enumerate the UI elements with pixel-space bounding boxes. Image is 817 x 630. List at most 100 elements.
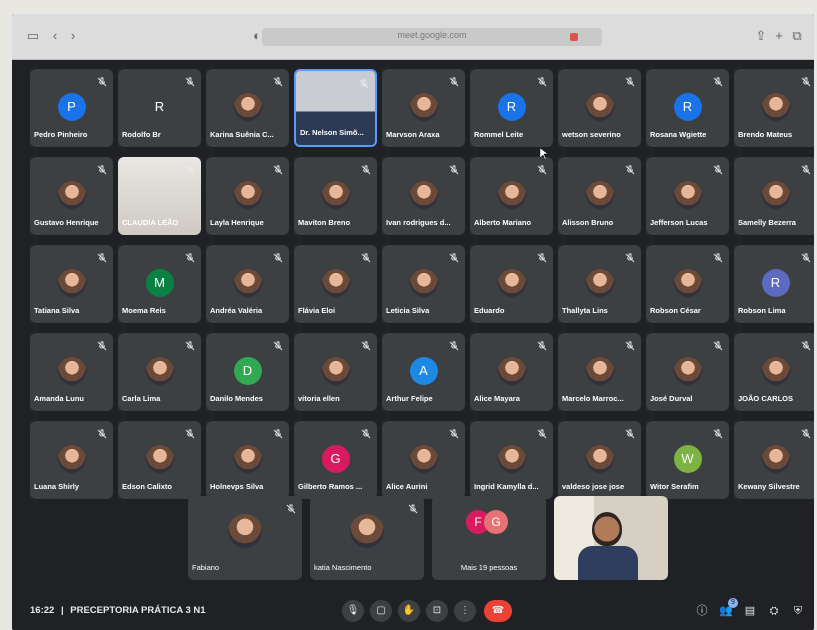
participant-name: Rodolfo Br [122,130,161,139]
participant-tile[interactable]: R Rodolfo Br [118,69,201,147]
participant-name: Eduardo [474,306,505,315]
participant-tile[interactable]: Eduardo [470,245,553,323]
participant-name: Marcelo Marroc... [562,394,624,403]
participant-tile[interactable]: Marcelo Marroc... [558,333,641,411]
participant-tile[interactable]: Kewany Silvestre [734,421,814,499]
participant-tile[interactable]: wetson severino [558,69,641,147]
participants-count-badge: 9 [728,598,738,608]
participant-tile[interactable]: Jefferson Lucas [646,157,729,235]
participant-tile[interactable]: Thallyta Lins [558,245,641,323]
mic-off-icon [273,426,283,439]
participant-tile[interactable]: A Arthur Felipe [382,333,465,411]
participant-tile[interactable]: R Robson Lima [734,245,814,323]
share-icon[interactable]: ⇪ [752,28,770,44]
participant-tile[interactable]: Holnevps Silva [206,421,289,499]
participant-tile[interactable]: Maviton Breno [294,157,377,235]
participant-tile[interactable]: Marvson Araxa [382,69,465,147]
participant-tile[interactable]: vitoria ellen [294,333,377,411]
participant-tile[interactable]: Brendo Mateus [734,69,814,147]
mic-off-icon [97,426,107,439]
participant-tile[interactable]: Edson Calixto [118,421,201,499]
participant-name: Amanda Lunu [34,394,84,403]
mic-button[interactable]: 🎙 [342,600,364,622]
chat-icon[interactable]: ▤ [742,602,758,620]
present-button[interactable]: ⊡ [426,600,448,622]
mic-off-icon [801,250,811,263]
participant-tile[interactable]: Alberto Mariano [470,157,553,235]
participant-photo [321,269,350,297]
participant-tile[interactable]: Ingrid Kamylla d... [470,421,553,499]
more-avatar: G [484,510,508,534]
participant-tile[interactable]: Robson César [646,245,729,323]
participant-tile[interactable]: Andréa Valéria [206,245,289,323]
new-tab-icon[interactable]: + [770,28,788,44]
participant-name: Samelly Bezerra [738,218,796,227]
participant-avatar: P [57,93,86,121]
participant-tile[interactable]: D Danilo Mendes [206,333,289,411]
participant-tile[interactable]: Tatiana Silva [30,245,113,323]
participant-tile[interactable]: Gustavo Henrique [30,157,113,235]
participant-tile[interactable]: Luana Shirly [30,421,113,499]
mic-off-icon [713,426,723,439]
participant-tile[interactable]: Fabiano [188,496,302,580]
participant-tile[interactable]: Dr. Nelson Simõ... [294,69,377,147]
hangup-button[interactable]: ☎ [484,600,512,622]
participant-tile[interactable]: R Rosana Wgiette [646,69,729,147]
participant-tile[interactable]: Alice Mayara [470,333,553,411]
mic-off-icon [449,74,459,87]
participant-photo [585,93,614,121]
more-participants-tile[interactable]: F G Mais 19 pessoas [432,496,546,580]
people-icon[interactable]: 👥 9 [718,598,738,620]
camera-button[interactable]: ▢ [370,600,392,622]
participant-tile[interactable]: Alice Aurini [382,421,465,499]
mic-off-icon [185,426,195,439]
participant-tile[interactable]: CLAUDIA LEÃO [118,157,201,235]
mic-off-icon [449,250,459,263]
participant-name: Kewany Silvestre [738,482,800,491]
participant-tile[interactable]: Alisson Bruno [558,157,641,235]
participant-tile[interactable]: M Moema Reis [118,245,201,323]
mic-off-icon [713,162,723,175]
participant-name: valdeso jose jose [562,482,625,491]
tabs-icon[interactable]: ⧉ [788,28,806,44]
participant-avatar: G [321,445,350,473]
participant-tile[interactable]: valdeso jose jose [558,421,641,499]
raise-hand-button[interactable]: ✋ [398,600,420,622]
participant-tile[interactable]: Layla Henrique [206,157,289,235]
participant-tile[interactable]: R Rommel Leite [470,69,553,147]
participant-photo [409,445,438,473]
participant-name: Alice Mayara [474,394,520,403]
participant-tile[interactable]: Leticia Silva [382,245,465,323]
info-icon[interactable]: ⓘ [694,602,710,620]
activities-icon[interactable]: ⛭ [766,602,782,620]
participant-tile[interactable]: W Witor Serafim [646,421,729,499]
address-bar[interactable]: meet.google.com [262,28,602,46]
participant-tile[interactable]: P Pedro Pinheiro [30,69,113,147]
participant-tile[interactable]: G Gilberto Ramos ... [294,421,377,499]
participant-name: Flávia Eloi [298,306,336,315]
participant-avatar: R [497,93,526,121]
participant-tile[interactable]: JOÃO CARLOS [734,333,814,411]
participant-tile[interactable]: Flávia Eloi [294,245,377,323]
more-participants-label: Mais 19 pessoas [460,563,518,572]
participant-photo [57,269,86,297]
participant-name: Thallyta Lins [562,306,608,315]
back-icon[interactable]: ‹ [46,28,64,44]
participant-tile[interactable]: Karina Suênia C... [206,69,289,147]
mic-off-icon [537,250,547,263]
self-video-tile[interactable] [554,496,668,580]
participant-tile[interactable]: Amanda Lunu [30,333,113,411]
more-options-button[interactable]: ⋮ [454,600,476,622]
sidebar-icon[interactable]: ▭ [24,28,42,44]
meet-window: ▭ ‹ › ◐ meet.google.com ⇪ + ⧉ P Pedro Pin… [12,14,814,630]
forward-icon[interactable]: › [64,28,82,44]
participant-tile[interactable]: Carla Lima [118,333,201,411]
host-controls-icon[interactable]: ⛨ [790,602,806,620]
participant-tile[interactable]: Samelly Bezerra [734,157,814,235]
mic-off-icon [449,426,459,439]
participant-tile[interactable]: Ivan rodrigues d... [382,157,465,235]
mic-off-icon [361,162,371,175]
participant-tile[interactable]: katia Nascimento [310,496,424,580]
participant-tile[interactable]: José Durval [646,333,729,411]
participant-photo [497,181,526,209]
